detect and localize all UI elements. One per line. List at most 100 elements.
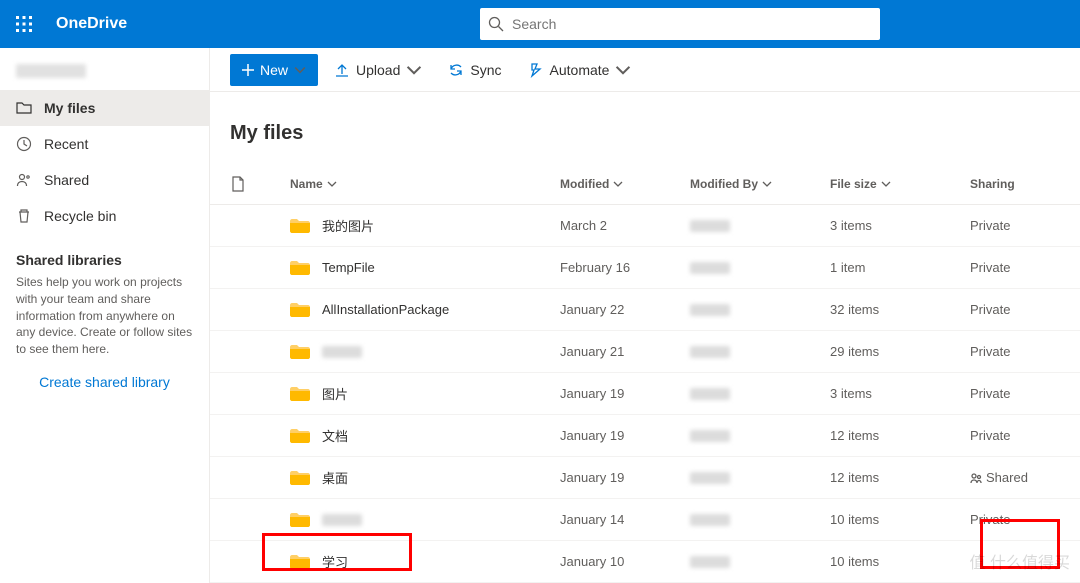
chevron-down-icon <box>762 179 772 189</box>
sharing-value: Private <box>970 512 1010 527</box>
file-size-value: 3 items <box>830 218 970 233</box>
sharing-cell: Private <box>970 344 1070 359</box>
upload-icon <box>334 62 350 78</box>
shared-libraries-desc: Sites help you work on projects with you… <box>0 274 209 358</box>
automate-label: Automate <box>550 62 610 78</box>
new-button-label: New <box>260 62 288 78</box>
table-row[interactable]: January 21 29 itemsPrivate <box>210 331 1080 373</box>
watermark: 值 什么值得买 <box>970 549 1070 573</box>
sharing-value: Private <box>970 344 1010 359</box>
sidebar-item-label: My files <box>44 100 95 116</box>
sharing-cell: Private <box>970 302 1070 317</box>
sidebar-item-shared[interactable]: Shared <box>0 162 209 198</box>
modified-value: January 21 <box>560 344 690 359</box>
file-name: AllInstallationPackage <box>322 302 449 317</box>
modified-by-value <box>690 472 830 484</box>
sharing-value: Private <box>970 260 1010 275</box>
sidebar: My files Recent Shared Recycle bin Share… <box>0 48 210 583</box>
clock-icon <box>16 136 32 152</box>
sharing-cell: Private <box>970 512 1070 527</box>
new-button[interactable]: New <box>230 54 318 86</box>
brand-label: OneDrive <box>56 15 127 33</box>
sharing-cell: Private <box>970 218 1070 233</box>
command-bar: New Upload Sync Automate <box>210 48 1080 92</box>
table-row[interactable]: January 1410 itemsPrivate <box>210 499 1080 541</box>
automate-button[interactable]: Automate <box>518 54 642 86</box>
modified-by-value <box>690 220 830 232</box>
chevron-down-icon <box>406 62 422 78</box>
chevron-down-icon <box>881 179 891 189</box>
modified-value: January 19 <box>560 386 690 401</box>
sidebar-item-recent[interactable]: Recent <box>0 126 209 162</box>
sync-label: Sync <box>470 62 501 78</box>
upload-button[interactable]: Upload <box>324 54 432 86</box>
column-file-size[interactable]: File size <box>830 177 970 191</box>
file-name: 学习 <box>322 552 348 571</box>
page-title: My files <box>210 92 1080 163</box>
sidebar-item-recycle[interactable]: Recycle bin <box>0 198 209 234</box>
folder-icon <box>290 344 310 360</box>
chevron-down-icon <box>615 62 631 78</box>
table-row[interactable]: 我的图片March 23 itemsPrivate <box>210 205 1080 247</box>
modified-by-value <box>690 430 830 442</box>
sidebar-item-myfiles[interactable]: My files <box>0 90 209 126</box>
main-content: New Upload Sync Automate My files <box>210 48 1080 583</box>
table-row[interactable]: 学习January 1010 items <box>210 541 1080 583</box>
file-size-value: 10 items <box>830 554 970 569</box>
file-size-value: 32 items <box>830 302 970 317</box>
profile-block <box>0 56 209 90</box>
sidebar-item-label: Recent <box>44 136 88 152</box>
sharing-value: Private <box>970 386 1010 401</box>
file-name: 桌面 <box>322 468 348 487</box>
file-size-value: 12 items <box>830 428 970 443</box>
document-icon <box>230 176 246 192</box>
app-launcher[interactable] <box>0 0 48 48</box>
search-input[interactable] <box>512 16 872 32</box>
sharing-cell: Private <box>970 386 1070 401</box>
modified-value: January 14 <box>560 512 690 527</box>
file-size-value: 3 items <box>830 386 970 401</box>
sharing-cell: Shared <box>970 470 1070 485</box>
folder-icon <box>290 386 310 402</box>
waffle-icon <box>16 16 32 32</box>
trash-icon <box>16 208 32 224</box>
sharing-value: Private <box>970 302 1010 317</box>
sharing-value: Private <box>970 218 1010 233</box>
search-icon <box>488 16 504 32</box>
create-shared-library-link[interactable]: Create shared library <box>0 358 209 406</box>
table-row[interactable]: 图片January 193 itemsPrivate <box>210 373 1080 415</box>
column-name[interactable]: Name <box>290 177 560 191</box>
column-modified-by[interactable]: Modified By <box>690 177 830 191</box>
sharing-value: Private <box>970 428 1010 443</box>
column-sharing[interactable]: Sharing <box>970 177 1070 191</box>
modified-value: March 2 <box>560 218 690 233</box>
modified-value: January 22 <box>560 302 690 317</box>
folder-icon <box>290 470 310 486</box>
shared-icon <box>970 472 982 484</box>
modified-value: January 19 <box>560 470 690 485</box>
table-row[interactable]: AllInstallationPackage January 22 32 items… <box>210 289 1080 331</box>
column-icon[interactable] <box>230 176 290 192</box>
plus-icon <box>242 64 254 76</box>
sync-button[interactable]: Sync <box>438 54 511 86</box>
modified-by-value <box>690 388 830 400</box>
sync-icon <box>448 62 464 78</box>
folder-icon <box>16 100 32 116</box>
chevron-down-icon <box>294 64 306 76</box>
file-size-value: 29 items <box>830 344 970 359</box>
column-modified[interactable]: Modified <box>560 177 690 191</box>
file-size-value: 1 item <box>830 260 970 275</box>
table-row[interactable]: 桌面January 1912 itemsShared <box>210 457 1080 499</box>
file-name: TempFile <box>322 260 375 275</box>
sharing-value: Shared <box>986 470 1028 485</box>
search-container <box>480 8 880 40</box>
modified-value: January 19 <box>560 428 690 443</box>
table-row[interactable]: TempFile February 16 1 itemPrivate <box>210 247 1080 289</box>
folder-icon <box>290 554 310 570</box>
search-box[interactable] <box>480 8 880 40</box>
modified-by-value <box>690 556 830 568</box>
modified-value: February 16 <box>560 260 690 275</box>
table-row[interactable]: 文档January 1912 itemsPrivate <box>210 415 1080 457</box>
sidebar-item-label: Recycle bin <box>44 208 116 224</box>
sharing-cell: Private <box>970 428 1070 443</box>
